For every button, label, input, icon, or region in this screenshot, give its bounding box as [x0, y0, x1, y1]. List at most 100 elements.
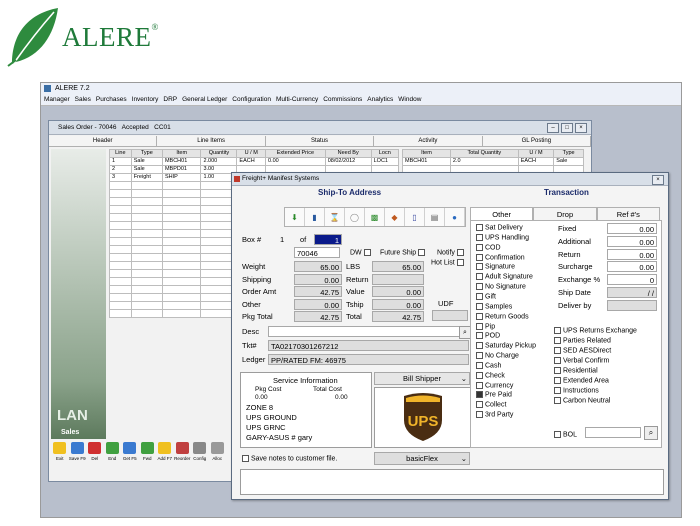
bill-type-select[interactable]: Bill Shipper ⌄ [374, 372, 470, 385]
checkbox-box[interactable] [554, 367, 561, 374]
checkbox-box[interactable] [554, 327, 561, 334]
toolbar-button-6[interactable]: Add F7 [156, 439, 174, 479]
minimize-button[interactable]: – [547, 123, 559, 133]
table-row[interactable]: 1 Sale MBCH01 2.000 EACH 0.00 08/02/2012 LOC1 [109, 157, 400, 166]
column-header[interactable]: Item [402, 149, 451, 158]
bol-checkbox[interactable]: BOL [554, 431, 577, 438]
hot-list-checkbox[interactable]: Hot List [431, 259, 466, 266]
value-field[interactable]: 65.00 [294, 261, 342, 272]
desc-field[interactable] [268, 326, 460, 337]
option-checkbox[interactable]: Confirmation [476, 253, 525, 261]
dw-checkbox[interactable]: DW [350, 249, 373, 256]
checkbox-box[interactable] [476, 352, 483, 360]
tkt-field[interactable]: TA02170301267212 [268, 340, 469, 351]
save-icon[interactable]: ⬇ [285, 208, 305, 226]
freight-close-button[interactable]: × [652, 175, 664, 185]
checkbox-box[interactable] [554, 357, 561, 364]
option-checkbox[interactable]: Sat Delivery [476, 224, 523, 231]
flex-select[interactable]: basicFlex ⌄ [374, 452, 470, 465]
column-header[interactable]: Item [161, 149, 202, 158]
column-header[interactable]: U / M [236, 149, 267, 158]
tab-1[interactable]: Line Items [157, 136, 266, 147]
checkbox-box[interactable] [476, 391, 483, 399]
option-checkbox[interactable]: Cash [476, 361, 501, 369]
column-header[interactable]: Locn [370, 149, 400, 158]
option-checkbox[interactable]: SED AESDirect [554, 347, 611, 354]
order-number-field[interactable]: 70046 [294, 247, 340, 258]
toolbar-button-5[interactable]: Fwd [139, 439, 157, 479]
tab-4[interactable]: GL Posting [482, 136, 592, 147]
value-field-2[interactable]: 0.00 [372, 298, 424, 310]
web-icon[interactable]: ● [445, 208, 465, 226]
checkbox-box[interactable] [476, 381, 483, 389]
menu-item-8[interactable]: Commissions [323, 94, 362, 105]
checkbox-box[interactable] [476, 263, 483, 271]
transaction-tab-2[interactable]: Ref #'s [596, 207, 660, 220]
checkbox-box[interactable] [476, 273, 483, 281]
option-checkbox[interactable]: No Charge [476, 352, 519, 359]
checkbox-box[interactable] [476, 253, 483, 261]
menu-item-4[interactable]: DRP [163, 94, 177, 105]
checkbox-box[interactable] [476, 322, 483, 330]
value-field[interactable]: 42.75 [294, 286, 342, 298]
close-button[interactable]: × [575, 123, 587, 133]
notify-checkbox[interactable]: Notify [437, 249, 466, 256]
option-checkbox[interactable]: Verbal Confirm [554, 357, 609, 364]
option-checkbox[interactable]: UPS Returns Exchange [554, 327, 637, 334]
option-checkbox[interactable]: Samples [476, 302, 512, 310]
checkbox-box[interactable] [476, 302, 483, 310]
value-field[interactable]: 0.00 [294, 273, 342, 285]
checkbox-box[interactable] [476, 371, 483, 379]
checkbox-box[interactable] [476, 401, 483, 409]
tab-3[interactable]: Activity [374, 136, 483, 147]
menu-item-7[interactable]: Multi-Currency [276, 94, 318, 105]
toolbar-button-8[interactable]: Config [191, 439, 209, 479]
toolbar-button-3[interactable]: End [104, 439, 122, 479]
checkbox-box[interactable] [554, 387, 561, 394]
checkbox-box[interactable] [476, 312, 483, 320]
charge-field[interactable]: 0.00 [607, 248, 657, 260]
value-field[interactable]: 0.00 [294, 298, 342, 310]
transaction-tab-0[interactable]: Other [470, 207, 534, 220]
checkbox-box[interactable] [554, 337, 561, 344]
column-header[interactable]: Type [553, 149, 584, 158]
future-ship-checkbox[interactable]: Future Ship [380, 249, 427, 256]
notes-icon[interactable]: ▤ [425, 208, 445, 226]
option-checkbox[interactable]: No Signature [476, 283, 526, 290]
menu-item-6[interactable]: Configuration [232, 94, 271, 105]
charge-field[interactable]: 0.00 [607, 235, 657, 247]
option-checkbox[interactable]: Check [476, 371, 505, 379]
checkbox-box[interactable] [476, 283, 483, 291]
menu-item-0[interactable]: Manager [44, 94, 70, 105]
table-row[interactable]: MBCH01 2.0 EACH Sale [402, 157, 584, 166]
toolbar-button-2[interactable]: Del [86, 439, 104, 479]
menu-item-5[interactable]: General Ledger [182, 94, 227, 105]
checkbox-box[interactable] [554, 347, 561, 354]
column-header[interactable]: Type [130, 149, 163, 158]
checkbox-box[interactable] [476, 243, 483, 251]
option-checkbox[interactable]: Currency [476, 381, 513, 389]
lookup-icon[interactable]: ▩ [365, 208, 385, 226]
option-checkbox[interactable]: UPS Handling [476, 233, 529, 241]
toolbar-button-1[interactable]: Save F9 [69, 439, 87, 479]
menu-item-10[interactable]: Window [398, 94, 421, 105]
notes-field[interactable] [240, 469, 664, 495]
value-field-2[interactable] [372, 273, 424, 285]
checkbox-box[interactable] [476, 411, 483, 419]
checkbox-box[interactable] [554, 377, 561, 384]
charge-field[interactable]: 0.00 [607, 223, 657, 234]
checkbox-box[interactable] [476, 342, 483, 350]
value-field-2[interactable]: 42.75 [372, 311, 424, 323]
bol-lookup-icon[interactable]: ⌕ [644, 426, 658, 440]
box-total-field[interactable]: 1 [314, 234, 342, 245]
checkbox-box[interactable] [554, 397, 561, 404]
option-checkbox[interactable]: Gift [476, 292, 496, 300]
maximize-button[interactable]: □ [561, 123, 573, 133]
option-checkbox[interactable]: Collect [476, 401, 506, 409]
option-checkbox[interactable]: Saturday Pickup [476, 342, 536, 350]
option-checkbox[interactable]: POD [476, 332, 500, 340]
column-header[interactable]: Extended Price [265, 149, 326, 158]
document-icon[interactable]: ▯ [405, 208, 425, 226]
tab-0[interactable]: Header [49, 136, 158, 147]
globe-icon[interactable]: ◯ [345, 208, 365, 226]
